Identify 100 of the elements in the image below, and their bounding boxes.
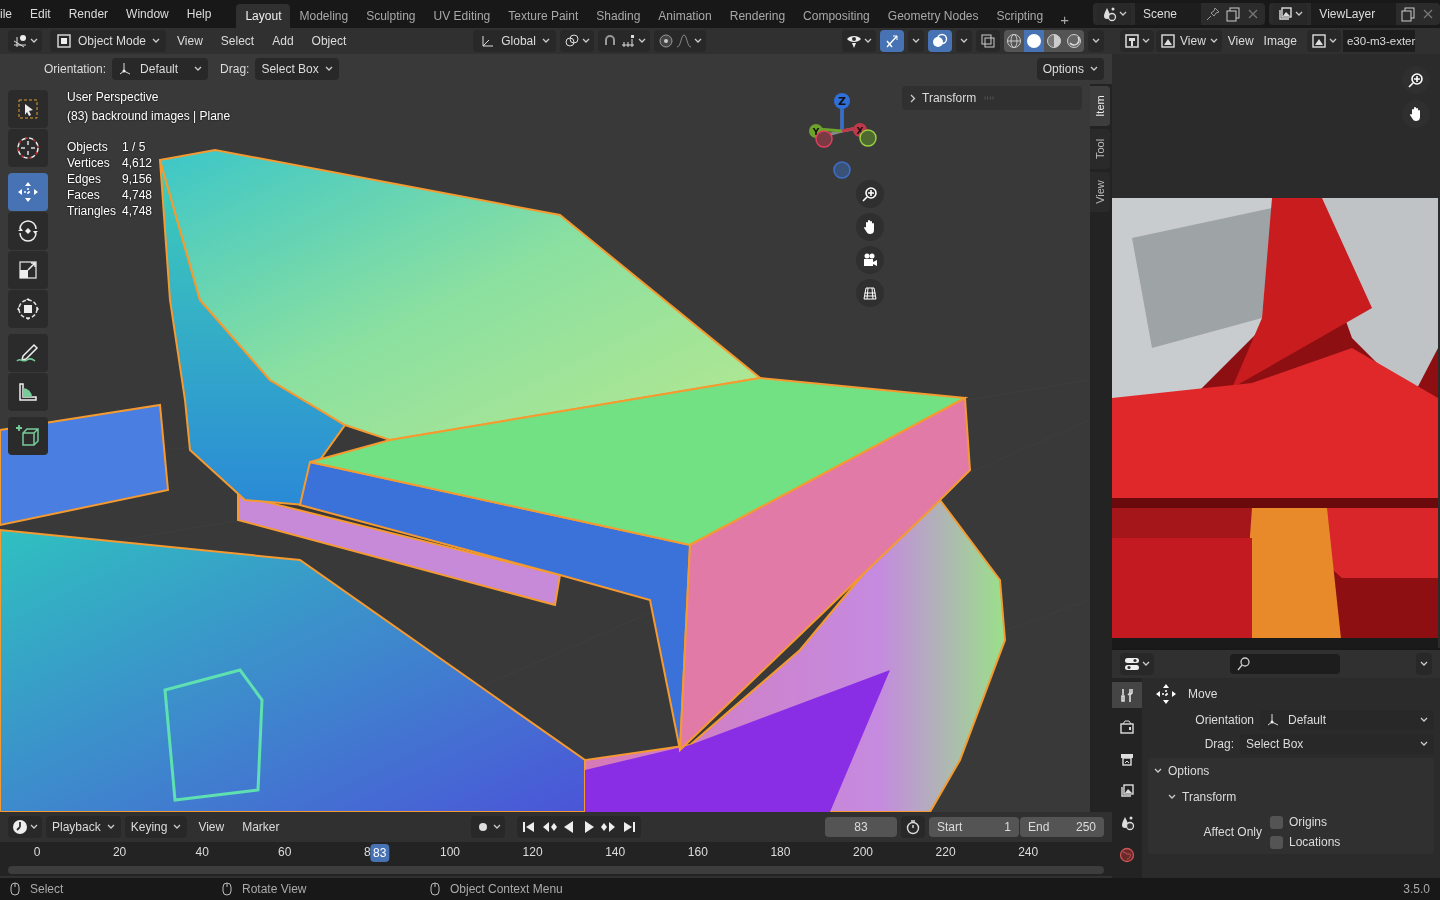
image-browse-button[interactable] xyxy=(1306,30,1341,52)
proportional-edit-button[interactable] xyxy=(653,30,706,52)
gizmo-toggle[interactable] xyxy=(880,30,904,52)
tool-button[interactable] xyxy=(8,373,48,411)
image-icon xyxy=(1310,33,1327,49)
menu-item[interactable]: View xyxy=(191,816,232,838)
menu-item[interactable]: ile xyxy=(0,3,21,25)
chevron-down-icon xyxy=(194,66,203,72)
drag-dropdown[interactable]: Select Box xyxy=(1240,734,1434,754)
chevron-down-icon xyxy=(492,824,501,830)
pan-button[interactable] xyxy=(1402,100,1430,128)
scene-name-field[interactable]: Scene xyxy=(1134,3,1202,25)
panel-header[interactable]: Options xyxy=(1154,760,1428,782)
tool-name: Move xyxy=(1188,687,1218,701)
start-frame-field[interactable]: Start 1 xyxy=(929,817,1019,837)
workspace-tab[interactable]: Layout xyxy=(236,4,291,28)
stat-label: Triangles xyxy=(67,204,117,218)
subpanel-header[interactable]: Transform xyxy=(1154,786,1428,808)
menu-item[interactable]: Image xyxy=(1259,30,1301,52)
properties-tab[interactable] xyxy=(1112,682,1142,708)
menu-item[interactable]: View xyxy=(170,30,210,52)
menu-item[interactable]: Edit xyxy=(21,3,60,25)
workspace-tab[interactable]: Sculpting xyxy=(357,4,425,28)
snap-button[interactable] xyxy=(597,30,650,52)
tool-button[interactable] xyxy=(8,417,48,455)
workspace-tab[interactable]: Scripting xyxy=(987,4,1053,28)
editor-type-button[interactable] xyxy=(1120,653,1154,675)
workspace-tab[interactable]: Geometry Nodes xyxy=(878,4,988,28)
zoom-button[interactable] xyxy=(856,180,884,208)
end-frame-field[interactable]: End 250 xyxy=(1020,817,1104,837)
workspace-tab[interactable]: UV Editing xyxy=(424,4,500,28)
sidebar-tab[interactable]: View xyxy=(1090,172,1110,212)
workspace-tab[interactable]: Compositing xyxy=(794,4,879,28)
menu-dropdown[interactable]: Playback xyxy=(46,816,121,838)
tool-button[interactable] xyxy=(8,90,48,128)
options-dropdown[interactable]: Options xyxy=(1036,58,1104,80)
search-field[interactable] xyxy=(1230,654,1340,674)
timeline-scrollbar[interactable] xyxy=(8,866,1104,874)
menu-dropdown[interactable]: Keying xyxy=(124,816,188,838)
transform-panel-header[interactable]: Transform xyxy=(902,86,1082,110)
tool-button[interactable] xyxy=(8,212,48,250)
xray-toggle[interactable] xyxy=(976,30,1000,52)
pan-button[interactable] xyxy=(856,213,884,241)
tool-button[interactable] xyxy=(8,129,48,167)
workspace-tab[interactable]: Shading xyxy=(587,4,650,28)
chevron-down-icon xyxy=(1328,38,1337,44)
eye-funnel-icon xyxy=(846,33,862,49)
grid-view-button[interactable] xyxy=(856,279,884,307)
pivot-button[interactable] xyxy=(559,30,594,52)
playhead-frame[interactable]: 83 xyxy=(370,844,390,862)
sidebar-tab[interactable]: Tool xyxy=(1090,129,1110,169)
stopwatch-button[interactable] xyxy=(901,816,925,838)
mode-dropdown[interactable]: View xyxy=(1156,30,1222,52)
menu-item[interactable]: Object xyxy=(304,30,354,52)
auto-keying-button[interactable] xyxy=(470,816,505,838)
workspace-tab[interactable]: Animation xyxy=(649,4,721,28)
add-cube-icon xyxy=(15,423,41,449)
orientation-dropdown[interactable]: Default xyxy=(112,58,209,80)
menu-item[interactable]: View xyxy=(1223,30,1258,52)
camera-view-button[interactable] xyxy=(856,246,884,274)
view-layer-browse-button[interactable] xyxy=(1273,3,1308,25)
printer-icon xyxy=(1119,751,1135,767)
image-name-field[interactable]: e30-m3-exter xyxy=(1342,30,1416,52)
workspace-tab[interactable]: Modeling xyxy=(290,4,358,28)
menu-item[interactable]: Select xyxy=(213,30,262,52)
tool-button[interactable] xyxy=(8,251,48,289)
menu-item[interactable]: Render xyxy=(59,3,118,25)
editor-type-button[interactable] xyxy=(8,30,42,52)
menu-item[interactable]: Add xyxy=(265,30,301,52)
workspace-tab[interactable]: Rendering xyxy=(720,4,795,28)
checkbox[interactable] xyxy=(1270,835,1283,849)
jump-start-button[interactable] xyxy=(520,819,537,835)
visibility-button[interactable] xyxy=(842,30,876,52)
tool-button[interactable] xyxy=(8,334,48,372)
mode-dropdown[interactable]: Object Mode xyxy=(50,30,167,52)
workspace-tab[interactable]: Texture Paint xyxy=(499,4,588,28)
clock-icon xyxy=(12,819,28,835)
orientation-dropdown[interactable]: Default xyxy=(1260,710,1434,730)
shading-mode-button[interactable] xyxy=(1024,30,1044,52)
add-workspace-button[interactable]: + xyxy=(1052,11,1077,28)
current-frame-field[interactable]: 83 xyxy=(825,817,897,837)
editor-type-button[interactable] xyxy=(1120,30,1154,52)
options-dropdown[interactable] xyxy=(1416,653,1432,675)
zoom-button[interactable] xyxy=(1402,66,1430,94)
view-layer-name-field[interactable]: ViewLayer xyxy=(1311,3,1396,25)
editor-type-button[interactable] xyxy=(8,816,42,838)
menu-item[interactable]: Marker xyxy=(235,816,287,838)
overlay-toggle[interactable] xyxy=(928,30,952,52)
checkbox[interactable] xyxy=(1270,815,1283,829)
next-keyframe-button[interactable] xyxy=(600,819,617,835)
checkbox-label: Origins xyxy=(1289,815,1327,829)
menu-item[interactable]: Help xyxy=(177,3,221,25)
scene-browse-button[interactable] xyxy=(1096,3,1131,25)
orientation-dropdown[interactable]: Global xyxy=(473,30,556,52)
drag-dropdown[interactable]: Select Box xyxy=(255,58,339,80)
shading-dropdown[interactable] xyxy=(1088,30,1104,52)
version-label: 3.5.0 xyxy=(1403,882,1430,896)
sidebar-tab[interactable]: Item xyxy=(1090,86,1110,126)
tool-button[interactable] xyxy=(8,290,48,328)
menu-item[interactable]: Window xyxy=(117,3,178,25)
